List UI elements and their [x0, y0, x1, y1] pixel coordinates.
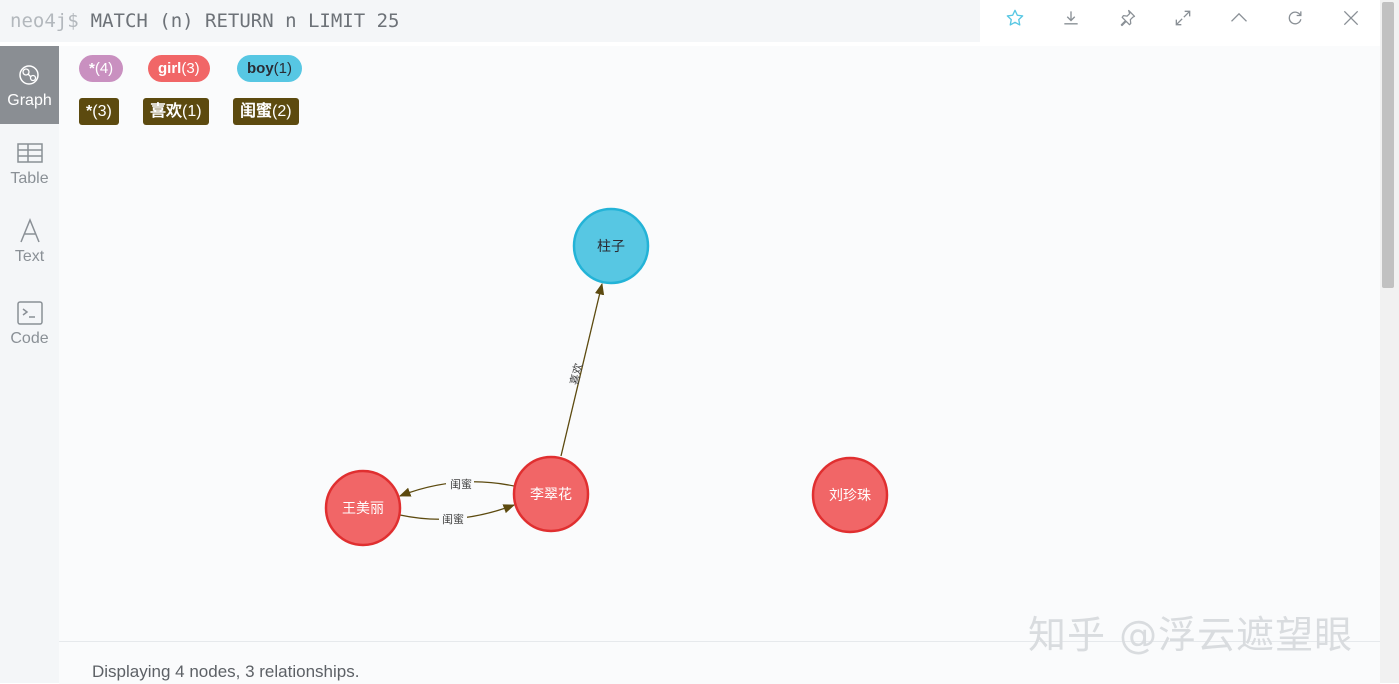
relationship-label: 闺蜜 [442, 512, 464, 526]
reltype-tag-like[interactable]: 喜欢(1) [143, 98, 209, 125]
relationship-like[interactable]: 喜欢 [560, 282, 605, 457]
query-text[interactable]: MATCH (n) RETURN n LIMIT 25 [91, 10, 400, 32]
collapse-icon [1231, 12, 1247, 22]
graph-canvas[interactable]: 喜欢 闺蜜 闺蜜 柱子 王美丽 李翠花 刘珍珠 [59, 134, 1380, 640]
view-sidebar: Graph Table Text Code [0, 46, 59, 683]
close-button[interactable] [1336, 5, 1366, 31]
refresh-icon [1288, 11, 1302, 25]
relationship-bestie[interactable]: 闺蜜 [398, 476, 515, 497]
relationship-label: 喜欢 [567, 362, 586, 387]
nav-table-label: Table [10, 169, 49, 187]
node-girl[interactable]: 刘珍珠 [811, 456, 889, 534]
nav-graph[interactable]: Graph [0, 46, 59, 124]
rerun-button[interactable] [1280, 5, 1310, 31]
fullscreen-button[interactable] [1168, 5, 1198, 31]
reltype-tag-all[interactable]: *(3) [79, 98, 119, 125]
frame-toolbar [980, 0, 1380, 42]
relationship-label: 闺蜜 [450, 477, 472, 491]
pin-button[interactable] [1112, 5, 1142, 31]
scrollbar-thumb[interactable] [1382, 2, 1394, 288]
nav-code[interactable]: Code [0, 284, 59, 362]
query-bar[interactable]: neo4j$ MATCH (n) RETURN n LIMIT 25 [0, 0, 980, 42]
expand-icon [1175, 10, 1191, 26]
pin-icon [1120, 9, 1136, 27]
label-pill-boy[interactable]: boy(1) [237, 55, 303, 82]
collapse-button[interactable] [1224, 5, 1254, 31]
nav-text[interactable]: Text [0, 202, 59, 280]
table-icon [16, 142, 43, 163]
label-pill-girl[interactable]: girl(3) [148, 55, 210, 82]
download-button[interactable] [1056, 5, 1086, 31]
close-icon [1343, 10, 1359, 26]
nav-code-label: Code [10, 329, 49, 347]
text-icon [19, 217, 40, 242]
node-caption: 柱子 [597, 238, 625, 254]
nav-table[interactable]: Table [0, 124, 59, 202]
relationship-bestie[interactable]: 闺蜜 [399, 504, 516, 526]
nav-graph-label: Graph [7, 91, 52, 109]
graph-icon [18, 64, 39, 85]
label-pill-all[interactable]: *(4) [79, 55, 124, 82]
nav-text-label: Text [14, 247, 45, 265]
code-icon [16, 300, 43, 325]
node-caption: 刘珍珠 [829, 487, 871, 503]
watermark: 知乎 @浮云遮望眼 [1028, 613, 1354, 657]
node-caption: 王美丽 [342, 500, 384, 516]
favorite-button[interactable] [1000, 5, 1030, 31]
node-girl[interactable]: 李翠花 [512, 455, 590, 533]
node-caption: 李翠花 [530, 486, 572, 502]
star-icon [1006, 9, 1024, 26]
query-prompt: neo4j$ [10, 10, 79, 32]
status-text: Displaying 4 nodes, 3 relationships. [92, 662, 360, 681]
download-icon [1064, 11, 1078, 25]
node-boy[interactable]: 柱子 [572, 207, 650, 285]
reltype-tag-bestie[interactable]: 闺蜜(2) [233, 98, 299, 125]
node-girl[interactable]: 王美丽 [324, 469, 402, 547]
